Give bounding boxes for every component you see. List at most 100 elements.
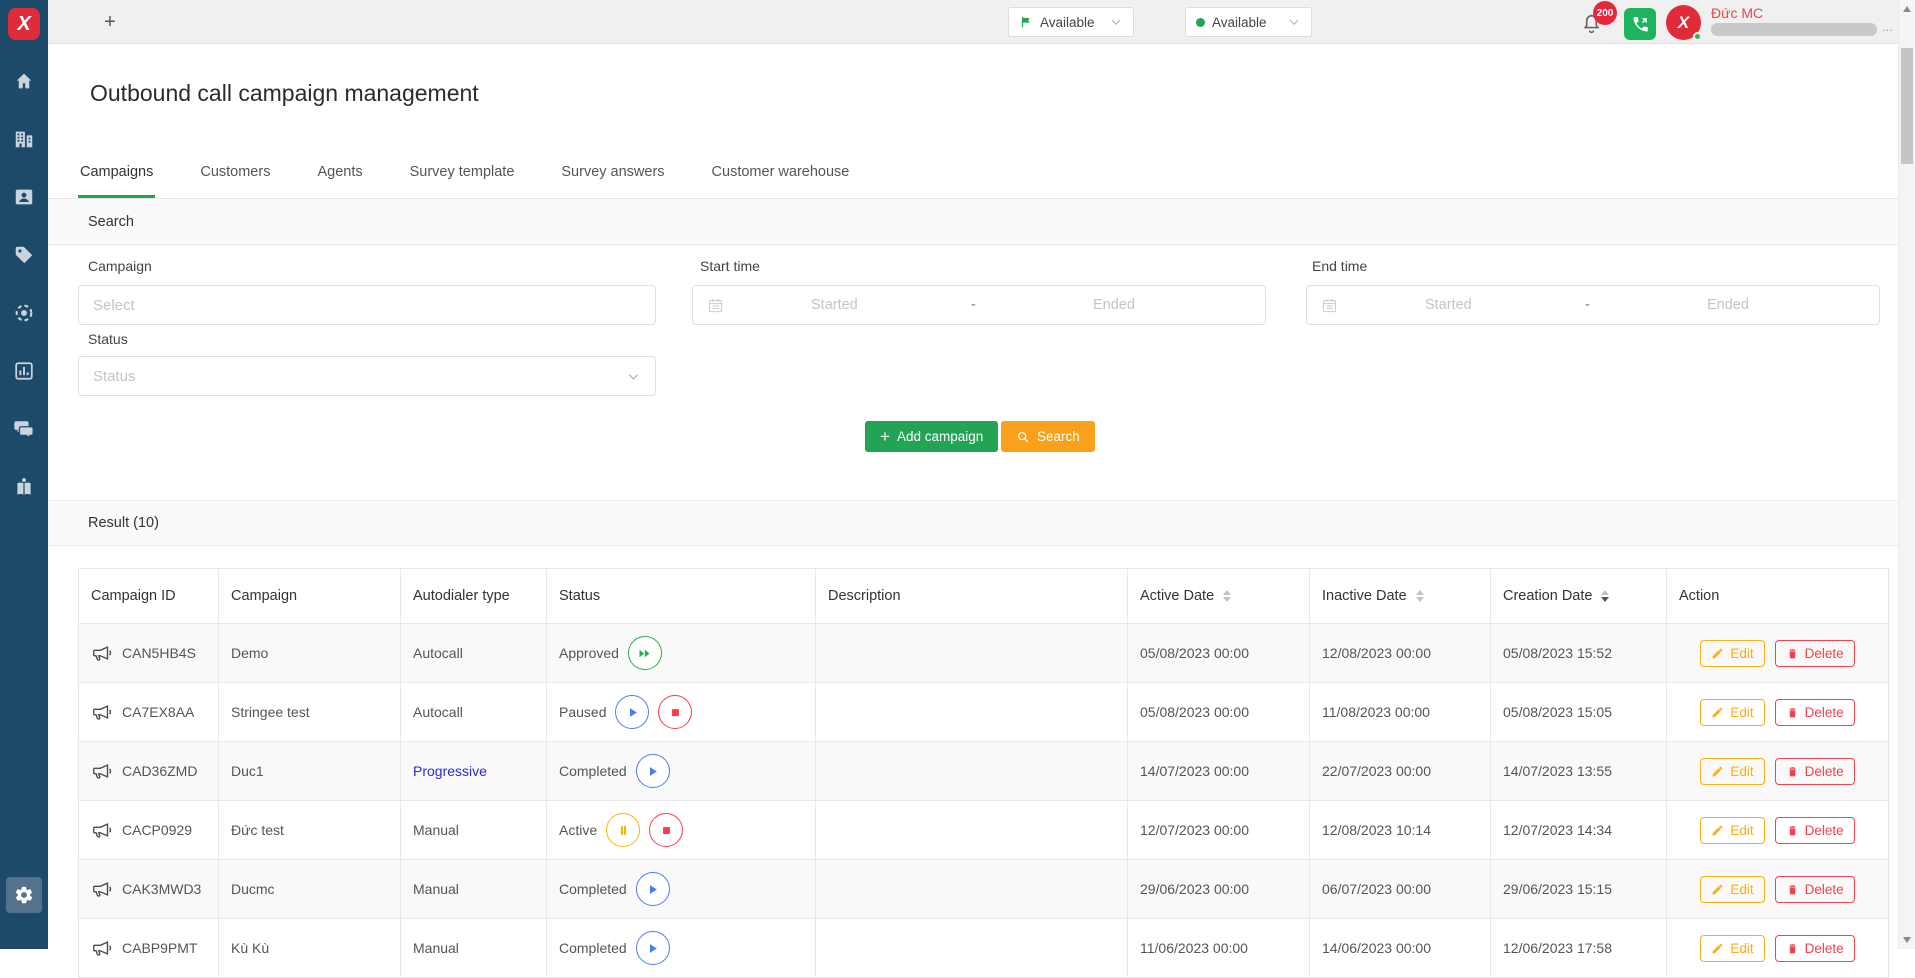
sidebar-item-building[interactable] <box>13 128 35 150</box>
sort-carets-icon[interactable] <box>1601 590 1609 602</box>
delete-button[interactable]: Delete <box>1775 758 1855 785</box>
play-campaign-button[interactable] <box>636 872 670 906</box>
user-avatar[interactable]: X <box>1666 5 1701 40</box>
new-tab-button[interactable]: + <box>96 8 124 36</box>
cell-autodialer-type: Autocall <box>401 683 547 742</box>
tab-customer-warehouse[interactable]: Customer warehouse <box>710 164 852 198</box>
cell-autodialer-type: Autocall <box>401 624 547 683</box>
column-header-inactive-date[interactable]: Inactive Date <box>1310 569 1491 624</box>
cell-creation-date: 12/07/2023 14:34 <box>1491 801 1667 860</box>
search-button[interactable]: Search <box>1001 421 1095 452</box>
end-time-range-picker[interactable]: Started - Ended <box>1306 285 1880 325</box>
sidebar-item-home[interactable] <box>13 70 35 92</box>
status-select[interactable]: Status <box>78 356 656 396</box>
edit-button[interactable]: Edit <box>1700 758 1764 785</box>
sidebar-item-chat[interactable] <box>13 418 35 440</box>
autodialer-type-value: Manual <box>413 881 459 897</box>
cell-inactive-date: 06/07/2023 00:00 <box>1310 860 1491 919</box>
campaign-label: Campaign <box>88 258 152 274</box>
target-icon <box>13 302 35 324</box>
column-header-campaign-id: Campaign ID <box>79 569 219 624</box>
edit-button-label: Edit <box>1730 764 1753 779</box>
delete-button[interactable]: Delete <box>1775 817 1855 844</box>
cell-action: Edit Delete <box>1667 624 1889 683</box>
megaphone-icon <box>91 819 113 841</box>
campaign-id-value: CAN5HB4S <box>122 645 196 661</box>
edit-button[interactable]: Edit <box>1700 640 1764 667</box>
user-name[interactable]: Đức MC <box>1711 5 1763 21</box>
cell-active-date: 05/08/2023 00:00 <box>1128 624 1310 683</box>
table-row: CAN5HB4SDemoAutocallApproved05/08/2023 0… <box>79 624 1889 683</box>
delete-button[interactable]: Delete <box>1775 935 1855 962</box>
cell-inactive-date: 22/07/2023 00:00 <box>1310 742 1491 801</box>
pause-campaign-button[interactable] <box>606 813 640 847</box>
tab-customers[interactable]: Customers <box>198 164 272 198</box>
cell-creation-date: 29/06/2023 15:15 <box>1491 860 1667 919</box>
add-campaign-button[interactable]: + Add campaign <box>865 421 998 452</box>
delete-button[interactable]: Delete <box>1775 699 1855 726</box>
sidebar-item-tag[interactable] <box>13 244 35 266</box>
sidebar-item-contacts[interactable] <box>13 186 35 208</box>
autodialer-type-value: Manual <box>413 940 459 956</box>
tab-campaigns[interactable]: Campaigns <box>78 164 155 198</box>
edit-button[interactable]: Edit <box>1700 876 1764 903</box>
column-header-creation-date[interactable]: Creation Date <box>1491 569 1667 624</box>
sidebar-item-report-chart[interactable] <box>13 360 35 382</box>
column-label: Autodialer type <box>413 588 510 604</box>
chevron-down-icon <box>1109 15 1123 29</box>
sort-carets-icon[interactable] <box>1223 590 1231 602</box>
play-campaign-button[interactable] <box>636 754 670 788</box>
tab-survey-template[interactable]: Survey template <box>408 164 517 198</box>
sidebar-item-knowledge-book[interactable] <box>13 476 35 498</box>
scrollbar-down-arrow[interactable] <box>1903 937 1911 943</box>
agent-status-value: Available <box>1040 15 1095 30</box>
vertical-scrollbar[interactable] <box>1898 0 1915 949</box>
cell-description <box>816 683 1128 742</box>
column-label: Creation Date <box>1503 588 1592 604</box>
delete-button[interactable]: Delete <box>1775 640 1855 667</box>
column-header-active-date[interactable]: Active Date <box>1128 569 1310 624</box>
cell-campaign-id: CAD36ZMD <box>79 742 219 801</box>
resume-campaign-button[interactable] <box>628 636 662 670</box>
tab-bar: Campaigns Customers Agents Survey template S… <box>78 164 851 198</box>
edit-button[interactable]: Edit <box>1700 699 1764 726</box>
play-campaign-button[interactable] <box>615 695 649 729</box>
cell-autodialer-type: Manual <box>401 919 547 978</box>
campaign-select-input[interactable] <box>79 286 655 324</box>
agent-status-dropdown[interactable]: Available <box>1008 7 1134 37</box>
table-header-row: Campaign IDCampaignAutodialer typeStatus… <box>79 569 1889 624</box>
gear-icon <box>14 885 34 905</box>
phone-call-button[interactable] <box>1624 8 1656 40</box>
column-label: Description <box>828 588 901 604</box>
play-campaign-button[interactable] <box>636 931 670 965</box>
start-time-label: Start time <box>700 258 760 274</box>
sidebar-item-target[interactable] <box>13 302 35 324</box>
call-status-dropdown[interactable]: Available <box>1185 7 1312 37</box>
campaign-select[interactable] <box>78 285 656 325</box>
range-separator: - <box>1585 297 1590 313</box>
autodialer-type-value: Autocall <box>413 704 463 720</box>
end-time-label: End time <box>1312 258 1367 274</box>
tab-agents[interactable]: Agents <box>315 164 364 198</box>
stop-campaign-button[interactable] <box>649 813 683 847</box>
scrollbar-thumb[interactable] <box>1901 48 1913 164</box>
status-value: Completed <box>559 940 627 956</box>
delete-button[interactable]: Delete <box>1775 876 1855 903</box>
tag-icon <box>13 244 35 266</box>
scrollbar-up-arrow[interactable] <box>1903 6 1911 12</box>
stop-campaign-button[interactable] <box>658 695 692 729</box>
edit-button[interactable]: Edit <box>1700 935 1764 962</box>
megaphone-icon <box>91 760 113 782</box>
table-row: CAD36ZMDDuc1ProgressiveCompleted14/07/20… <box>79 742 1889 801</box>
app-logo[interactable]: X <box>8 8 40 40</box>
edit-button-label: Edit <box>1730 823 1753 838</box>
start-time-range-picker[interactable]: Started - Ended <box>692 285 1266 325</box>
edit-button[interactable]: Edit <box>1700 817 1764 844</box>
settings-button[interactable] <box>6 877 42 913</box>
sort-carets-icon[interactable] <box>1416 590 1424 602</box>
tab-survey-answers[interactable]: Survey answers <box>559 164 666 198</box>
range-separator: - <box>971 297 976 313</box>
notification-count-badge: 200 <box>1593 1 1617 25</box>
column-header-autodialer-type: Autodialer type <box>401 569 547 624</box>
online-status-dot <box>1693 32 1702 41</box>
